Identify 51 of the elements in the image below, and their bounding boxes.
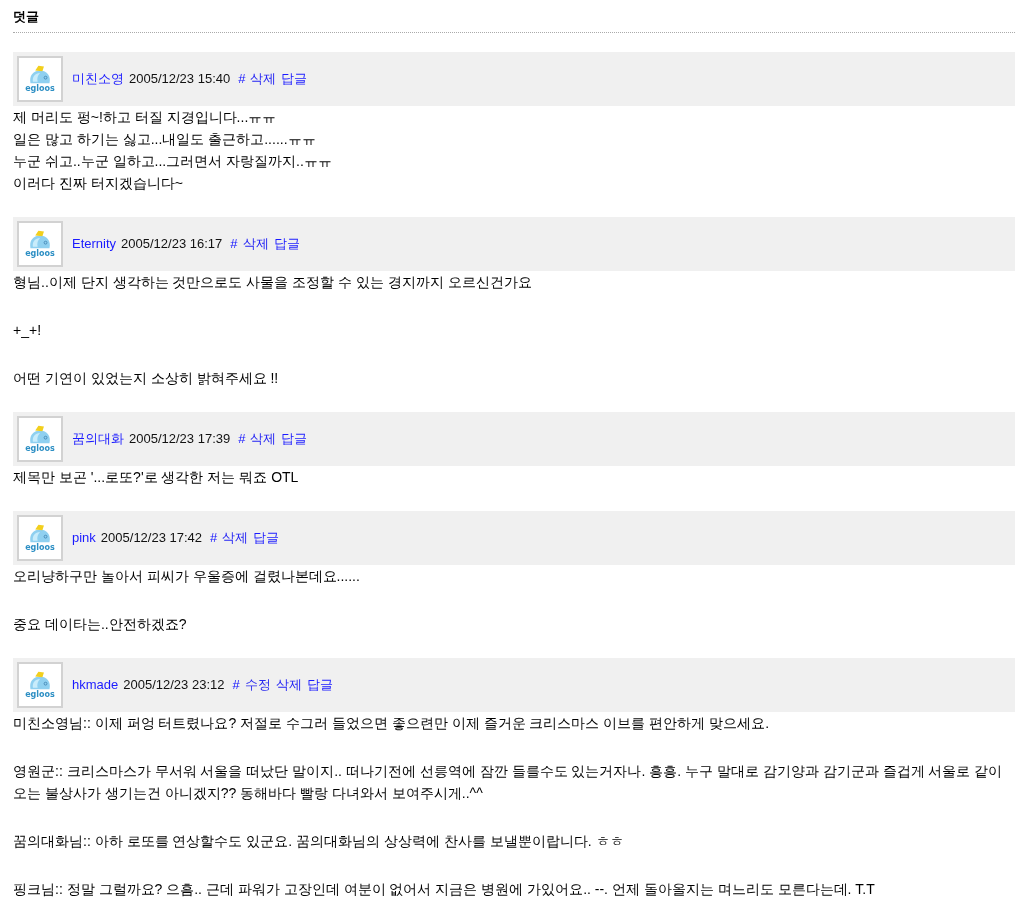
logo-text: egloos [25, 542, 55, 553]
reply-link[interactable]: 답글 [253, 529, 280, 547]
comment-text: 이러다 진짜 터지겠습니다~ [13, 174, 184, 193]
delete-link[interactable]: 삭제 [250, 430, 277, 448]
permalink[interactable]: # [210, 529, 218, 547]
mascot-icon [28, 523, 52, 543]
comment-date: 2005/12/23 15:40 [129, 70, 231, 88]
comment-text: 미친소영님:: 이제 퍼엉 터트렸나요? 저절로 수그러 들었으면 좋으련만 이제 즐거운 크리스마스 이브를 편안하게 맞으세요. [13, 714, 771, 733]
comment-date: 2005/12/23 17:42 [100, 529, 203, 547]
comment-text: 어떤 기연이 있었는지 소상히 밝혀주세요 !! [13, 369, 280, 388]
mascot-icon [28, 64, 52, 84]
author-link[interactable]: Eternity [72, 235, 117, 253]
comment-date: 2005/12/23 16:17 [121, 235, 223, 253]
mascot-icon [28, 229, 52, 249]
logo-text: egloos [25, 443, 55, 454]
comment-text: 제목만 보곤 '...로또?'로 생각한 저는 뭐죠 OTL [13, 468, 300, 487]
comment-text: 누군 쉬고..누군 일하고...그러면서 자랑질까지..ㅠㅠ [13, 152, 333, 171]
reply-link[interactable]: 답글 [273, 235, 300, 253]
mascot-icon [28, 424, 52, 444]
section-title: 덧글 [13, 8, 1015, 33]
logo-text: egloos [25, 689, 55, 700]
author-link[interactable]: 미친소영 [72, 70, 124, 88]
comment-text: 영원군:: 크리스마스가 무서워 서울을 떠났단 말이지.. 떠나기전에 선릉역에 잠깐 들를수도 있는거자나. 흥흥. 누구 말대로 감기양과 감기군과 즐겁게 서울로 같이 오는 불상사가 생기는건 아니겠지?? 동해바다 빨랑 다녀와서 보여주시게..^^ [13, 762, 1004, 803]
delete-link[interactable]: 삭제 [250, 70, 277, 88]
delete-link[interactable]: 삭제 [222, 529, 249, 547]
comment-text: 형님..이제 단지 생각하는 것만으로도 사물을 조정할 수 있는 경지까지 오르신건가요 [13, 273, 533, 292]
comment-date: 2005/12/23 23:12 [123, 676, 225, 694]
comment-text: 일은 많고 하기는 싫고...내일도 출근하고......ㅠㅠ [13, 130, 317, 149]
comment-text: +_+! [13, 321, 43, 340]
permalink[interactable]: # [238, 70, 246, 88]
author-link[interactable]: 꿈의대화 [72, 430, 124, 448]
logo-text: egloos [25, 83, 55, 94]
permalink[interactable]: # [238, 430, 246, 448]
comment-text: 핑크님:: 정말 그럴까요? 으흠.. 근데 파워가 고장인데 여분이 없어서 지금은 병원에 가있어요.. --. 언제 돌아올지는 며느리도 모른다는데. T.T [13, 880, 876, 899]
comment-date: 2005/12/23 17:39 [129, 430, 231, 448]
comment-text: 중요 데이타는..안전하겠죠? [13, 615, 188, 634]
permalink[interactable]: # [230, 235, 238, 253]
comment-text: 오리냥하구만 놀아서 피씨가 우울증에 걸렸나본데요...... [13, 567, 361, 586]
reply-link[interactable]: 답글 [281, 430, 308, 448]
comment-text: 꿈의대화님:: 아하 로또를 연상할수도 있군요. 꿈의대화님의 상상력에 찬사를 보낼뿐이랍니다. ㅎㅎ [13, 832, 625, 851]
delete-link[interactable]: 삭제 [242, 235, 269, 253]
author-link[interactable]: pink [72, 529, 96, 547]
mascot-icon [28, 670, 52, 690]
edit-link[interactable]: 수정 [244, 676, 271, 694]
delete-link[interactable]: 삭제 [275, 676, 302, 694]
comment-text: 제 머리도 펑~!하고 터질 지경입니다...ㅠㅠ [13, 108, 278, 127]
reply-link[interactable]: 답글 [306, 676, 333, 694]
author-link[interactable]: hkmade [72, 676, 119, 694]
logo-text: egloos [25, 248, 55, 259]
permalink[interactable]: # [232, 676, 240, 694]
reply-link[interactable]: 답글 [281, 70, 308, 88]
